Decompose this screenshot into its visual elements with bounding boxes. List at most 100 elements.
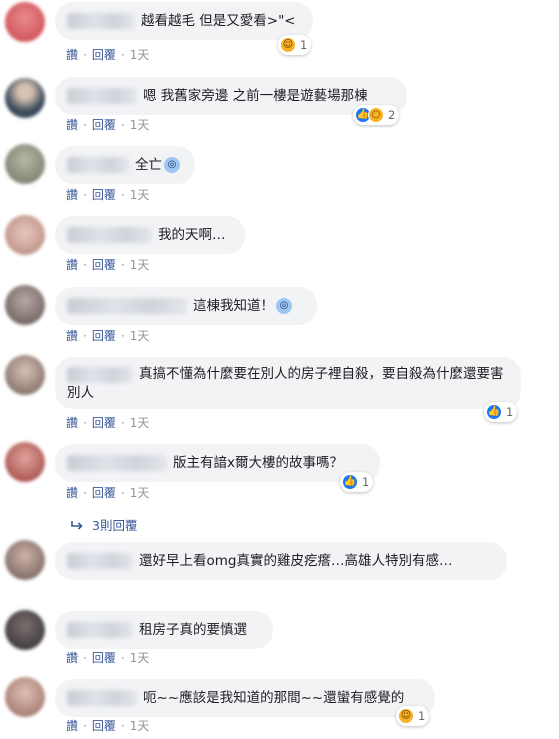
author-name[interactable] bbox=[67, 157, 129, 173]
timestamp[interactable]: 1天 bbox=[130, 649, 150, 666]
comment-text: 嗯 我舊家旁邊 之前一樓是遊藝場那棟 bbox=[143, 87, 368, 104]
view-replies-link[interactable]: 3則回覆 bbox=[70, 515, 137, 534]
separator-dot: · bbox=[83, 257, 87, 272]
author-name[interactable] bbox=[67, 13, 135, 29]
comment-actions: 讚 · 回覆 · 1天 bbox=[66, 116, 149, 133]
comment-bubble: 這棟我知道！ ◎ bbox=[55, 287, 317, 325]
comment-actions: 讚 · 回覆 · 1天 bbox=[66, 649, 149, 666]
reply-link[interactable]: 回覆 bbox=[92, 116, 116, 133]
view-replies-label[interactable]: 3則回覆 bbox=[92, 515, 137, 534]
comment-bubble: 租房子真的要慎選 bbox=[55, 611, 273, 649]
comment-actions: 讚 · 回覆 · 1天 bbox=[66, 327, 149, 344]
comment-bubble: 我的天啊… bbox=[55, 216, 245, 254]
reply-link[interactable]: 回覆 bbox=[92, 717, 116, 734]
comment-text: 全亡 bbox=[135, 156, 162, 173]
separator-dot: · bbox=[83, 718, 87, 733]
separator-dot: · bbox=[120, 117, 125, 132]
reaction-summary[interactable]: 👍 1 bbox=[484, 402, 518, 422]
reaction-count: 1 bbox=[506, 405, 514, 419]
like-icon: 👍 bbox=[486, 404, 502, 420]
like-link[interactable]: 讚 bbox=[66, 116, 78, 133]
timestamp[interactable]: 1天 bbox=[130, 717, 150, 734]
author-name[interactable] bbox=[67, 367, 133, 383]
comment-text: 租房子真的要慎選 bbox=[139, 621, 247, 638]
comment-text: 越看越毛 但是又愛看>"< bbox=[141, 12, 296, 29]
reply-link[interactable]: 回覆 bbox=[92, 414, 116, 431]
avatar[interactable] bbox=[5, 442, 45, 482]
author-name[interactable] bbox=[67, 690, 137, 706]
separator-dot: · bbox=[120, 650, 125, 665]
avatar[interactable] bbox=[5, 355, 45, 395]
reply-link[interactable]: 回覆 bbox=[92, 186, 116, 203]
like-link[interactable]: 讚 bbox=[66, 256, 78, 273]
timestamp[interactable]: 1天 bbox=[130, 46, 150, 63]
separator-dot: · bbox=[83, 485, 87, 500]
timestamp[interactable]: 1天 bbox=[130, 327, 150, 344]
comment-text: 還好早上看omg真實的雞皮疙瘩…高雄人特別有感… bbox=[139, 552, 453, 569]
like-link[interactable]: 讚 bbox=[66, 414, 78, 431]
like-icon: 👍 bbox=[342, 474, 358, 490]
reaction-count: 1 bbox=[362, 475, 370, 489]
avatar[interactable] bbox=[5, 144, 45, 184]
like-link[interactable]: 讚 bbox=[66, 327, 78, 344]
comment-bubble: 全亡 ◎ bbox=[55, 146, 195, 184]
reaction-summary[interactable]: 👍 1 bbox=[340, 472, 374, 492]
avatar[interactable] bbox=[5, 540, 45, 580]
comment-text: 呃~~應該是我知道的那間~~還蠻有感覺的 bbox=[143, 689, 405, 706]
separator-dot: · bbox=[83, 328, 87, 343]
reaction-summary[interactable]: 👍 ○ 2 bbox=[353, 105, 400, 125]
separator-dot: · bbox=[83, 47, 87, 62]
scream-emoji-icon: ◎ bbox=[276, 298, 292, 314]
author-name[interactable] bbox=[67, 298, 187, 314]
reply-link[interactable]: 回覆 bbox=[92, 327, 116, 344]
separator-dot: · bbox=[83, 650, 87, 665]
author-name[interactable] bbox=[67, 455, 167, 471]
reply-link[interactable]: 回覆 bbox=[92, 256, 116, 273]
comment-actions: 讚 · 回覆 · 1天 bbox=[66, 186, 149, 203]
separator-dot: · bbox=[120, 415, 125, 430]
reaction-summary[interactable]: ☺ 1 bbox=[396, 706, 430, 726]
author-name[interactable] bbox=[67, 553, 133, 569]
like-link[interactable]: 讚 bbox=[66, 186, 78, 203]
separator-dot: · bbox=[120, 187, 125, 202]
reply-arrow-icon bbox=[71, 520, 83, 530]
separator-dot: · bbox=[120, 485, 125, 500]
separator-dot: · bbox=[120, 718, 125, 733]
comment-actions: 讚 · 回覆 · 1天 bbox=[66, 256, 149, 273]
comment-bubble: 還好早上看omg真實的雞皮疙瘩…高雄人特別有感… bbox=[55, 542, 507, 580]
reaction-summary[interactable]: ☺ 1 bbox=[278, 35, 312, 55]
separator-dot: · bbox=[120, 257, 125, 272]
author-name[interactable] bbox=[67, 227, 152, 243]
timestamp[interactable]: 1天 bbox=[130, 414, 150, 431]
comment-bubble: 呃~~應該是我知道的那間~~還蠻有感覺的 bbox=[55, 679, 435, 717]
avatar[interactable] bbox=[5, 215, 45, 255]
timestamp[interactable]: 1天 bbox=[130, 186, 150, 203]
avatar[interactable] bbox=[5, 78, 45, 118]
timestamp[interactable]: 1天 bbox=[130, 116, 150, 133]
avatar[interactable] bbox=[5, 285, 45, 325]
comment-actions: 讚 · 回覆 · 1天 bbox=[66, 414, 149, 431]
reply-link[interactable]: 回覆 bbox=[92, 484, 116, 501]
avatar[interactable] bbox=[5, 677, 45, 717]
scream-emoji-icon: ◎ bbox=[164, 157, 180, 173]
reaction-count: 1 bbox=[418, 709, 426, 723]
reply-link[interactable]: 回覆 bbox=[92, 649, 116, 666]
like-link[interactable]: 讚 bbox=[66, 46, 78, 63]
haha-icon: ☺ bbox=[398, 708, 414, 724]
like-link[interactable]: 讚 bbox=[66, 649, 78, 666]
timestamp[interactable]: 1天 bbox=[130, 256, 150, 273]
reply-link[interactable]: 回覆 bbox=[92, 46, 116, 63]
haha-icon: ☺ bbox=[280, 37, 296, 53]
like-link[interactable]: 讚 bbox=[66, 484, 78, 501]
timestamp[interactable]: 1天 bbox=[130, 484, 150, 501]
avatar[interactable] bbox=[5, 2, 45, 42]
separator-dot: · bbox=[83, 187, 87, 202]
author-name[interactable] bbox=[67, 622, 133, 638]
author-name[interactable] bbox=[67, 88, 137, 104]
avatar[interactable] bbox=[5, 610, 45, 650]
comment-text: 版主有諳x爾大樓的故事嗎？ bbox=[173, 454, 343, 471]
like-link[interactable]: 讚 bbox=[66, 717, 78, 734]
wow-icon: ○ bbox=[368, 107, 384, 123]
reaction-count: 1 bbox=[300, 38, 308, 52]
comment-actions: 讚 · 回覆 · 1天 bbox=[66, 717, 149, 734]
